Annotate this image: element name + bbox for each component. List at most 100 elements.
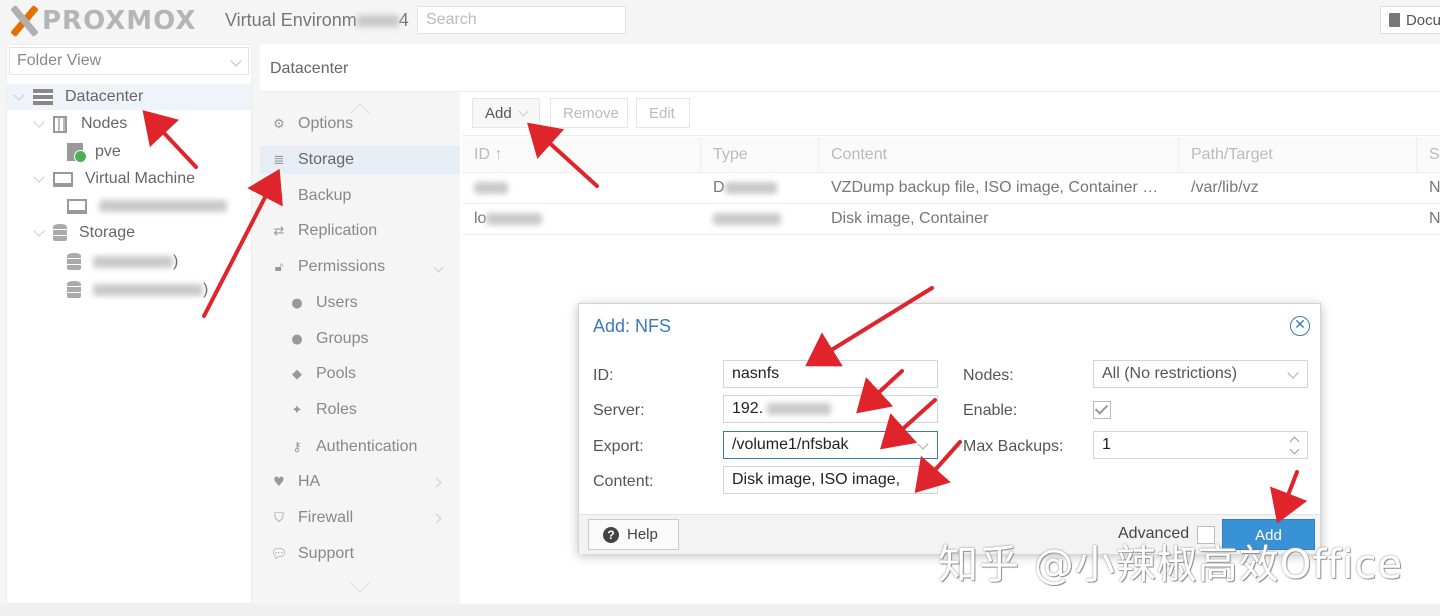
building-icon <box>53 115 67 133</box>
help-button[interactable]: ? Help <box>588 519 679 550</box>
chevron-down-icon[interactable] <box>1287 367 1299 379</box>
menu-item-ha[interactable]: ♥ HA <box>260 468 460 496</box>
cell-content: VZDump backup file, ISO image, Container… <box>831 179 1161 196</box>
cell-type: D <box>701 173 819 204</box>
chevron-down-icon[interactable] <box>917 438 929 450</box>
column-header-content[interactable]: Content <box>819 137 1179 173</box>
question-icon: ? <box>603 526 619 543</box>
desktop-icon <box>67 198 87 214</box>
key-icon: ⚷ <box>292 439 302 455</box>
menu-item-roles[interactable]: ✦ Roles <box>260 396 460 424</box>
datacenter-menu: ⚙ Options ≣ Storage ▪ Backup ⇄ Replication 🔓… <box>260 92 460 604</box>
proxmox-logo[interactable]: PROXMOX <box>8 4 196 38</box>
tree-item-nodes[interactable]: Nodes <box>7 111 251 137</box>
chevron-right-icon <box>431 513 442 523</box>
export-label: Export: <box>593 438 644 455</box>
menu-item-permissions[interactable]: 🔓︎ Permissions <box>260 253 460 281</box>
product-version: Virtual Environm 4 <box>225 10 409 30</box>
database-icon <box>67 253 81 271</box>
storage-toolbar: Add Remove Edit <box>462 92 1440 136</box>
watermark: 知乎 @小辣椒高效Office <box>938 542 1404 588</box>
resource-tree: Folder View Datacenter Nodes pve Virtual… <box>6 44 252 604</box>
database-icon <box>53 224 67 242</box>
menu-item-users[interactable]: ● Users <box>260 289 460 317</box>
database-icon <box>67 281 81 299</box>
redacted-text <box>93 284 203 296</box>
cell-path <box>1179 204 1417 235</box>
tree-item-datacenter[interactable]: Datacenter <box>7 84 251 110</box>
search-input[interactable]: Search <box>417 6 626 34</box>
expand-arrow-icon[interactable] <box>33 225 45 237</box>
tree-item-pve[interactable]: pve <box>7 139 251 165</box>
cell-shared: N <box>1429 210 1440 227</box>
users-icon: ● <box>291 331 303 347</box>
expand-arrow-icon[interactable] <box>33 171 45 183</box>
unlock-icon: 🔓︎ <box>274 259 284 275</box>
nodes-select[interactable]: All (No restrictions) <box>1093 360 1308 388</box>
database-icon: ≣ <box>273 152 285 168</box>
tree-item-storage[interactable]: Storage <box>7 220 251 246</box>
chevron-down-icon <box>230 55 242 67</box>
shield-icon: ⛉ <box>274 510 284 526</box>
cell-id: lo <box>462 204 701 235</box>
remove-button[interactable]: Remove <box>550 98 628 128</box>
column-header-id[interactable]: ID ↑ <box>462 137 701 173</box>
tree-item-storage-2[interactable]: ) <box>7 277 251 303</box>
cell-shared: N <box>1429 179 1440 196</box>
menu-item-backup[interactable]: ▪ Backup <box>260 182 460 210</box>
table-row[interactable]: D VZDump backup file, ISO image, Contain… <box>462 173 1440 204</box>
server-icon <box>33 89 53 105</box>
male-icon: ✦ <box>291 402 303 418</box>
content-select[interactable]: Disk image, ISO image, <box>723 466 938 494</box>
tree-item-virtual-machine[interactable]: Virtual Machine <box>7 166 251 192</box>
comments-icon: 💬︎ <box>270 546 288 562</box>
enable-checkbox[interactable] <box>1093 401 1111 419</box>
chevron-down-icon <box>518 106 529 117</box>
view-selector[interactable]: Folder View <box>9 47 249 75</box>
expand-arrow-icon[interactable] <box>33 116 45 128</box>
proxmox-x-icon <box>8 4 40 38</box>
close-icon[interactable]: ✕ <box>1290 316 1310 336</box>
menu-item-replication[interactable]: ⇄ Replication <box>260 217 460 245</box>
column-header-path[interactable]: Path/Target <box>1179 137 1417 173</box>
export-combobox[interactable]: /volume1/nfsbak <box>723 431 938 459</box>
retweet-icon: ⇄ <box>273 223 285 239</box>
redacted-text <box>99 200 227 212</box>
scroll-down-icon[interactable] <box>350 573 370 593</box>
heartbeat-icon: ♥ <box>273 474 285 490</box>
cell-content: Disk image, Container <box>831 210 989 227</box>
tags-icon: ◆ <box>292 366 302 382</box>
table-row[interactable]: lo Disk image, Container N <box>462 204 1440 235</box>
menu-item-storage[interactable]: ≣ Storage <box>260 146 460 174</box>
book-icon <box>1389 13 1400 27</box>
id-field[interactable]: nasnfs <box>723 360 938 388</box>
server-field[interactable]: 192. <box>723 395 938 423</box>
enable-label: Enable: <box>963 402 1018 419</box>
add-nfs-dialog: Add: NFS ✕ ID: nasnfs Server: 192. Expor… <box>578 303 1321 554</box>
edit-button[interactable]: Edit <box>636 98 690 128</box>
tree-item-storage-1[interactable]: ) <box>7 249 251 275</box>
tree-item-vm[interactable] <box>7 193 251 219</box>
add-storage-button[interactable]: Add <box>472 98 540 128</box>
content-label: Content: <box>593 473 654 490</box>
column-header-type[interactable]: Type <box>701 137 819 173</box>
redacted-text <box>93 256 173 268</box>
menu-item-support[interactable]: 💬︎ Support <box>260 540 460 568</box>
storage-grid-header: ID ↑ Type Content Path/Target S <box>462 137 1440 173</box>
node-online-icon <box>67 143 87 163</box>
chevron-right-icon <box>431 477 442 487</box>
expand-arrow-icon[interactable] <box>13 89 25 101</box>
spinner-icon[interactable] <box>1289 435 1299 455</box>
documentation-button[interactable]: Docu <box>1380 6 1440 34</box>
column-header-shared[interactable]: S <box>1417 137 1440 173</box>
menu-item-options[interactable]: ⚙ Options <box>260 110 460 138</box>
menu-item-groups[interactable]: ● Groups <box>260 325 460 353</box>
user-icon: ● <box>291 295 303 311</box>
cell-path: /var/lib/vz <box>1191 179 1259 196</box>
floppy-icon: ▪ <box>274 188 284 204</box>
chevron-down-icon <box>433 262 444 272</box>
menu-item-firewall[interactable]: ⛉ Firewall <box>260 504 460 532</box>
max-backups-stepper[interactable]: 1 <box>1093 431 1308 459</box>
menu-item-authentication[interactable]: ⚷ Authentication <box>260 433 460 461</box>
menu-item-pools[interactable]: ◆ Pools <box>260 360 460 388</box>
